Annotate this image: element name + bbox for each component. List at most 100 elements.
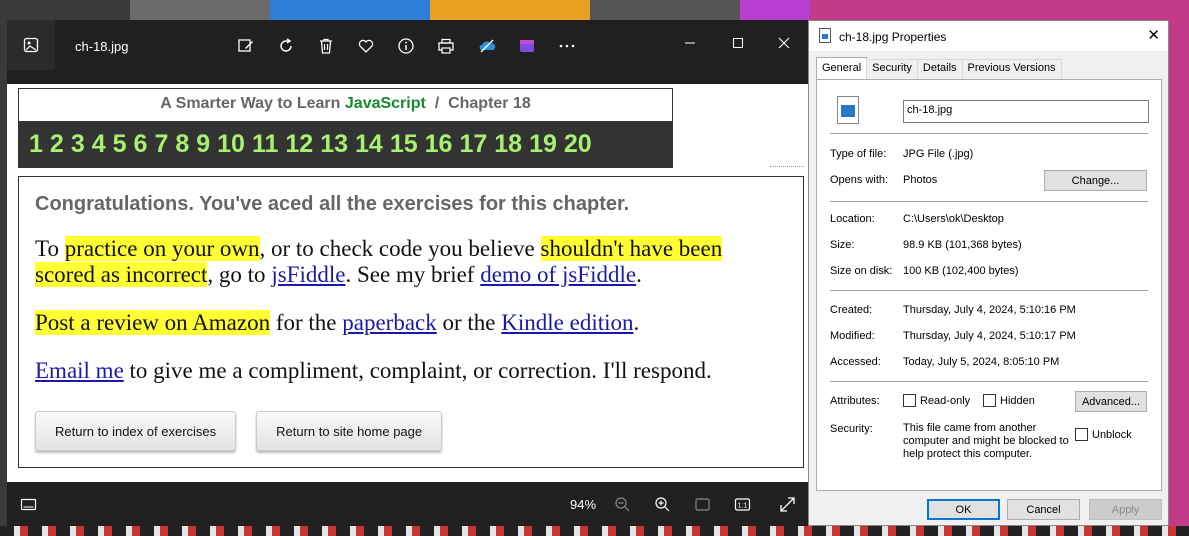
attributes-label: Attributes:: [830, 395, 880, 407]
favorite-icon[interactable]: [355, 35, 377, 57]
jsfiddle-demo-link[interactable]: demo of jsFiddle: [480, 262, 636, 287]
chapter-number-link[interactable]: 1: [29, 130, 43, 159]
tab-general[interactable]: General: [816, 57, 868, 79]
cancel-button[interactable]: Cancel: [1007, 499, 1080, 520]
chapter-number-link[interactable]: 15: [390, 130, 418, 159]
chapter-number-link[interactable]: 12: [285, 130, 313, 159]
change-button[interactable]: Change...: [1044, 170, 1147, 191]
tab-details[interactable]: Details: [916, 59, 963, 79]
properties-tabs: General Security Details Previous Versio…: [816, 57, 1062, 79]
text: , go to: [207, 262, 272, 287]
button-row: Return to index of exercises Return to s…: [35, 411, 443, 451]
separator: [830, 290, 1148, 291]
edit-icon[interactable]: [235, 35, 257, 57]
chapter-number-link[interactable]: 8: [175, 130, 189, 159]
filmstrip-icon[interactable]: [17, 494, 39, 514]
advanced-button[interactable]: Advanced...: [1075, 391, 1147, 412]
checkbox-box[interactable]: [1075, 428, 1088, 441]
return-index-button[interactable]: Return to index of exercises: [35, 411, 237, 451]
text: to give me a compliment, complaint, or c…: [123, 358, 712, 383]
chapter-number-link[interactable]: 2: [50, 130, 64, 159]
checkbox-box[interactable]: [983, 394, 996, 407]
jsfiddle-link[interactable]: jsFiddle: [271, 262, 345, 287]
separator: [830, 201, 1148, 202]
separator: [830, 381, 1148, 382]
maximize-button[interactable]: [723, 28, 753, 58]
paperback-link[interactable]: paperback: [342, 310, 437, 335]
chapter-number-link[interactable]: 5: [113, 130, 127, 159]
rotate-icon[interactable]: [275, 35, 297, 57]
image-canvas: A Smarter Way to Learn JavaScript / Chap…: [7, 84, 808, 482]
location-value: C:\Users\ok\Desktop: [903, 213, 1004, 225]
chapter-number-link[interactable]: 19: [529, 130, 557, 159]
close-icon[interactable]: ✕: [1147, 26, 1160, 44]
zoom-in-icon[interactable]: [651, 494, 673, 514]
fullscreen-icon[interactable]: [776, 494, 798, 514]
hidden-checkbox[interactable]: Hidden: [983, 394, 1035, 407]
chapter-number-link[interactable]: 16: [425, 130, 453, 159]
tab-security[interactable]: Security: [866, 59, 918, 79]
info-icon[interactable]: [395, 35, 417, 57]
chapter-number-link[interactable]: 6: [134, 130, 148, 159]
chapter-number-link[interactable]: 18: [494, 130, 522, 159]
chapter-header: A Smarter Way to Learn JavaScript / Chap…: [18, 88, 673, 168]
tab-previous-versions[interactable]: Previous Versions: [961, 59, 1062, 79]
type-value: JPG File (.jpg): [903, 148, 974, 160]
title-prefix: A Smarter Way to Learn: [160, 95, 341, 112]
type-label: Type of file:: [830, 148, 887, 160]
photos-titlebar: ch-18.jpg: [7, 20, 808, 70]
hidden-label: Hidden: [1000, 394, 1035, 407]
photos-app-icon[interactable]: [7, 20, 55, 70]
congrats-heading: Congratulations. You've aced all the exe…: [35, 193, 630, 215]
title-separator: /: [434, 95, 440, 112]
exercise-number-bar: 1 2 3 4 5 6 7 8 9 10 11 12 13 14 15 16 17 18 19 20: [19, 121, 672, 168]
security-label: Security:: [830, 423, 873, 435]
chapter-number-link[interactable]: 17: [459, 130, 487, 159]
zoom-out-icon[interactable]: [611, 494, 633, 514]
return-home-button[interactable]: Return to site home page: [256, 411, 443, 451]
file-name-field[interactable]: ch-18.jpg: [903, 100, 1149, 123]
chapter-number-link[interactable]: 10: [217, 130, 245, 159]
clipchamp-icon[interactable]: [516, 35, 538, 57]
unblock-checkbox[interactable]: Unblock: [1075, 428, 1132, 441]
chapter-title: A Smarter Way to Learn JavaScript / Chap…: [19, 89, 672, 121]
email-link[interactable]: Email me: [35, 358, 124, 383]
disk-label: Size on disk:: [830, 265, 893, 277]
highlight-review: Post a review on Amazon: [35, 310, 271, 335]
ok-button[interactable]: OK: [927, 499, 1000, 520]
location-label: Location:: [830, 213, 875, 225]
accessed-value: Today, July 5, 2024, 8:05:10 PM: [903, 356, 1060, 368]
disk-value: 100 KB (102,400 bytes): [903, 265, 1019, 277]
fit-screen-icon[interactable]: [691, 494, 713, 514]
chapter-number-link[interactable]: 14: [355, 130, 383, 159]
chapter-number-link[interactable]: 3: [71, 130, 85, 159]
chapter-number-link[interactable]: 20: [564, 130, 592, 159]
general-panel: ch-18.jpg Type of file: JPG File (.jpg) …: [816, 79, 1162, 491]
chapter-number-link[interactable]: 11: [252, 130, 278, 159]
kindle-link[interactable]: Kindle edition: [501, 310, 633, 335]
more-icon[interactable]: [556, 35, 578, 57]
print-icon[interactable]: [435, 35, 457, 57]
created-label: Created:: [830, 304, 873, 316]
text: for the: [270, 310, 343, 335]
chapter-number-link[interactable]: 9: [196, 130, 210, 159]
text: To: [35, 236, 65, 261]
chapter-number-link[interactable]: 7: [154, 130, 168, 159]
readonly-checkbox[interactable]: Read-only: [903, 394, 970, 407]
paragraph-email: Email me to give me a compliment, compla…: [35, 358, 787, 384]
opens-value: Photos: [903, 174, 938, 186]
separator: [830, 133, 1148, 134]
actual-size-icon[interactable]: 1:1: [731, 494, 753, 514]
delete-icon[interactable]: [315, 35, 337, 57]
chapter-number-link[interactable]: 4: [92, 130, 106, 159]
readonly-label: Read-only: [920, 394, 971, 407]
minimize-button[interactable]: [675, 28, 705, 58]
onedrive-icon[interactable]: [476, 35, 498, 57]
checkbox-box[interactable]: [903, 394, 916, 407]
text: .: [633, 310, 640, 335]
dotted-divider: [770, 166, 804, 167]
chapter-number-link[interactable]: 13: [320, 130, 348, 159]
close-button[interactable]: [769, 28, 799, 58]
apply-button[interactable]: Apply: [1089, 499, 1162, 520]
security-text: This file came from another computer and…: [903, 422, 1069, 460]
